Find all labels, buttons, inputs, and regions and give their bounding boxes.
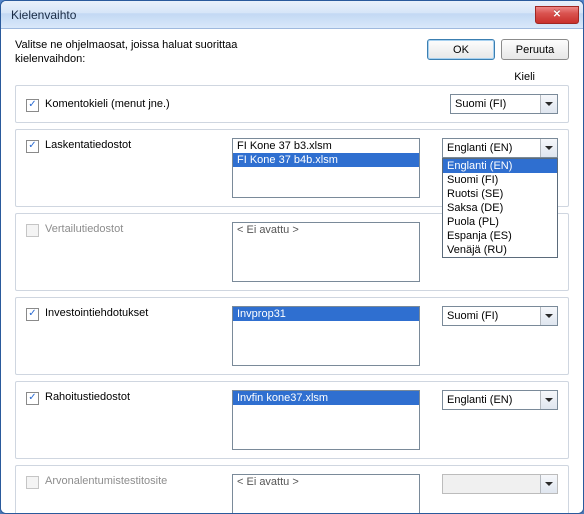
list-item[interactable]: FI Kone 37 b4b.xlsm xyxy=(233,153,419,167)
dropdown-option[interactable]: Ruotsi (SE) xyxy=(443,187,557,201)
cancel-button[interactable]: Peruuta xyxy=(501,39,569,60)
label-komentokieli: Komentokieli (menut jne.) xyxy=(45,98,170,110)
dropdown-option[interactable]: Venäjä (RU) xyxy=(443,243,557,257)
checkbox-laskenta[interactable] xyxy=(26,140,39,153)
files-cell: Invprop31 xyxy=(232,306,432,366)
dropdown-option[interactable]: Espanja (ES) xyxy=(443,229,557,243)
list-placeholder: < Ei avattu > xyxy=(233,223,419,237)
lang-cell: Suomi (FI) xyxy=(442,306,558,326)
chevron-down-icon xyxy=(540,475,557,493)
dropdown-option[interactable]: Saksa (DE) xyxy=(443,201,557,215)
language-column-header: Kieli xyxy=(15,71,569,83)
lang-cell: Suomi (FI) xyxy=(450,94,558,114)
dropdown-option[interactable]: Suomi (FI) xyxy=(443,173,557,187)
checkbox-rahoitus[interactable] xyxy=(26,392,39,405)
checkbox-arvonalentumis xyxy=(26,476,39,489)
titlebar: Kielenvaihto ✕ xyxy=(1,1,583,29)
file-list-vertailu: < Ei avattu > xyxy=(232,222,420,282)
language-select-komentokieli[interactable]: Suomi (FI) xyxy=(450,94,558,114)
label-vertailu: Vertailutiedostot xyxy=(45,223,123,235)
files-cell: < Ei avattu > xyxy=(232,222,432,282)
section-komentokieli: Komentokieli (menut jne.) Suomi (FI) xyxy=(15,85,569,123)
section-arvonalentumis: Arvonalentumistestitosite < Ei avattu > xyxy=(15,465,569,514)
section-rahoitus: Rahoitustiedostot Invfin kone37.xlsm Eng… xyxy=(15,381,569,459)
ok-button[interactable]: OK xyxy=(427,39,495,60)
dialog-content: Valitse ne ohjelmaosat, joissa haluat su… xyxy=(1,29,583,513)
files-cell: Invfin kone37.xlsm xyxy=(232,390,432,450)
checkbox-vertailu xyxy=(26,224,39,237)
section-left: Investointiehdotukset xyxy=(26,306,222,320)
lang-cell: Englanti (EN) Englanti (EN) Suomi (FI) R… xyxy=(442,138,558,158)
select-value: Suomi (FI) xyxy=(455,98,506,110)
files-cell: FI Kone 37 b3.xlsm FI Kone 37 b4b.xlsm xyxy=(232,138,432,198)
list-item[interactable]: Invfin kone37.xlsm xyxy=(233,391,419,405)
close-icon: ✕ xyxy=(553,9,561,20)
language-select-laskenta[interactable]: Englanti (EN) xyxy=(442,138,558,158)
window-title: Kielenvaihto xyxy=(11,8,535,22)
checkbox-investointi[interactable] xyxy=(26,308,39,321)
dialog-window: Kielenvaihto ✕ Valitse ne ohjelmaosat, j… xyxy=(0,0,584,514)
intro-text: Valitse ne ohjelmaosat, joissa haluat su… xyxy=(15,39,295,67)
lang-cell: Englanti (EN) xyxy=(442,390,558,410)
close-button[interactable]: ✕ xyxy=(535,6,579,24)
chevron-down-icon xyxy=(540,95,557,113)
files-cell: < Ei avattu > xyxy=(232,474,432,514)
lang-cell xyxy=(442,474,558,494)
chevron-down-icon xyxy=(540,307,557,325)
section-laskenta: Laskentatiedostot FI Kone 37 b3.xlsm FI … xyxy=(15,129,569,207)
section-left: Komentokieli (menut jne.) xyxy=(26,97,222,111)
language-select-rahoitus[interactable]: Englanti (EN) xyxy=(442,390,558,410)
chevron-down-icon xyxy=(540,391,557,409)
label-investointi: Investointiehdotukset xyxy=(45,307,148,319)
select-value: Englanti (EN) xyxy=(447,394,512,406)
file-list-arvonalentumis: < Ei avattu > xyxy=(232,474,420,514)
dropdown-option[interactable]: Englanti (EN) xyxy=(443,159,557,173)
section-left: Vertailutiedostot xyxy=(26,222,222,236)
chevron-down-icon xyxy=(540,139,557,157)
list-placeholder: < Ei avattu > xyxy=(233,475,419,489)
checkbox-komentokieli[interactable] xyxy=(26,99,39,112)
language-dropdown-open[interactable]: Englanti (EN) Suomi (FI) Ruotsi (SE) Sak… xyxy=(442,158,558,258)
label-laskenta: Laskentatiedostot xyxy=(45,139,131,151)
section-left: Laskentatiedostot xyxy=(26,138,222,152)
file-list-investointi[interactable]: Invprop31 xyxy=(232,306,420,366)
list-item[interactable]: Invprop31 xyxy=(233,307,419,321)
select-value: Englanti (EN) xyxy=(447,142,512,154)
section-left: Arvonalentumistestitosite xyxy=(26,474,222,488)
section-investointi: Investointiehdotukset Invprop31 Suomi (F… xyxy=(15,297,569,375)
label-arvonalentumis: Arvonalentumistestitosite xyxy=(45,475,167,487)
language-select-investointi[interactable]: Suomi (FI) xyxy=(442,306,558,326)
file-list-rahoitus[interactable]: Invfin kone37.xlsm xyxy=(232,390,420,450)
file-list-laskenta[interactable]: FI Kone 37 b3.xlsm FI Kone 37 b4b.xlsm xyxy=(232,138,420,198)
label-rahoitus: Rahoitustiedostot xyxy=(45,391,130,403)
list-item[interactable]: FI Kone 37 b3.xlsm xyxy=(233,139,419,153)
section-left: Rahoitustiedostot xyxy=(26,390,222,404)
dropdown-option[interactable]: Puola (PL) xyxy=(443,215,557,229)
top-bar: Valitse ne ohjelmaosat, joissa haluat su… xyxy=(15,39,569,67)
button-row: OK Peruuta xyxy=(427,39,569,60)
select-value: Suomi (FI) xyxy=(447,310,498,322)
language-select-arvonalentumis xyxy=(442,474,558,494)
